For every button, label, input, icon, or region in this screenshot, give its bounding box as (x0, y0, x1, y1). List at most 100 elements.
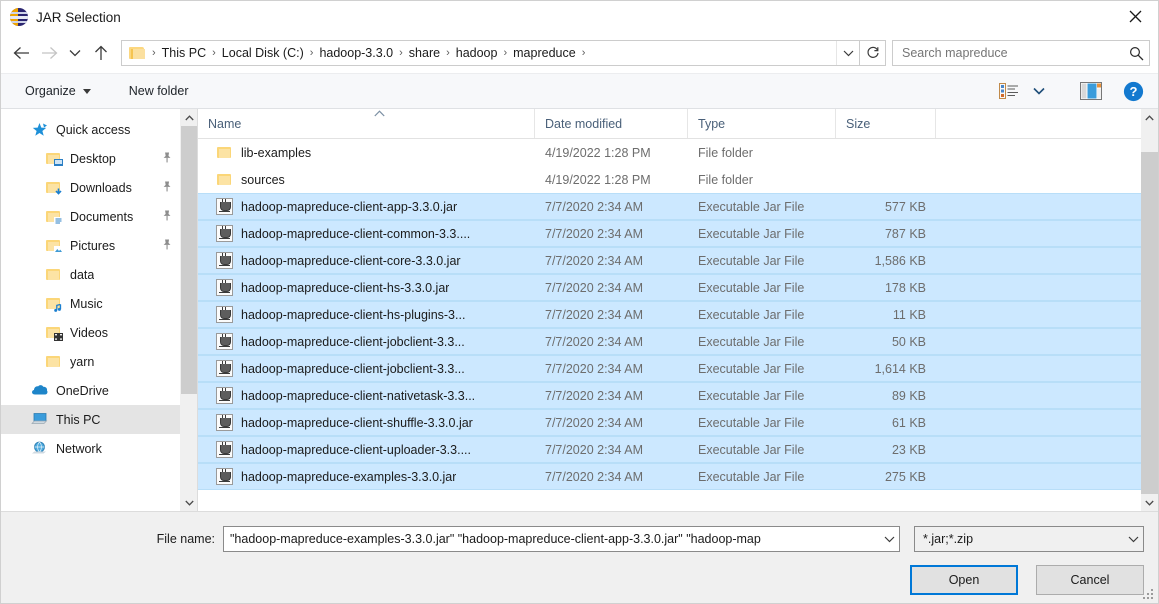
sidebar-scroll-thumb[interactable] (181, 126, 197, 394)
breadcrumb-item-3[interactable]: share (406, 44, 443, 62)
recent-locations-button[interactable] (63, 39, 87, 67)
list-scroll-up-icon[interactable] (1141, 109, 1158, 126)
file-size-cell: 275 KB (836, 470, 936, 484)
breadcrumb-item-0[interactable]: This PC (159, 44, 209, 62)
navigation-bar: › This PC › Local Disk (C:) › hadoop-3.3… (1, 33, 1158, 73)
sidebar-scroll-track[interactable] (181, 126, 197, 494)
table-row[interactable]: hadoop-mapreduce-client-nativetask-3.3..… (198, 382, 1141, 409)
table-row[interactable]: hadoop-mapreduce-client-jobclient-3.3...… (198, 328, 1141, 355)
file-name-combobox[interactable] (223, 526, 900, 552)
chevron-down-icon (83, 89, 91, 94)
address-chevron-down-icon[interactable] (836, 41, 859, 65)
breadcrumb-separator: › (500, 47, 510, 59)
resize-grip[interactable] (1143, 589, 1155, 601)
table-row[interactable]: hadoop-mapreduce-client-jobclient-3.3...… (198, 355, 1141, 382)
pin-icon[interactable] (156, 149, 175, 168)
view-options-icon[interactable] (994, 78, 1024, 104)
jar-file-icon (216, 198, 233, 215)
file-size-cell: 178 KB (836, 281, 936, 295)
folder-icon (129, 46, 145, 60)
file-date-cell: 4/19/2022 1:28 PM (535, 146, 688, 160)
list-scroll-down-icon[interactable] (1141, 494, 1158, 511)
refresh-icon[interactable] (859, 40, 885, 66)
pin-icon[interactable] (156, 236, 175, 255)
view-dropdown-chevron-icon[interactable] (1024, 78, 1054, 104)
sidebar-item-yarn[interactable]: yarn (1, 347, 180, 376)
sidebar-item-label: Downloads (70, 181, 132, 195)
pin-icon[interactable] (156, 207, 175, 226)
table-row[interactable]: hadoop-mapreduce-client-common-3.3....7/… (198, 220, 1141, 247)
search-input[interactable] (893, 46, 1123, 60)
search-box[interactable] (892, 40, 1150, 66)
sidebar-scroll-up-icon[interactable] (181, 109, 197, 126)
sidebar-item-pictures[interactable]: Pictures (1, 231, 180, 260)
column-header-row: Name Date modified Type Size (198, 109, 1141, 139)
cancel-button[interactable]: Cancel (1036, 565, 1144, 595)
file-name-text: hadoop-mapreduce-client-uploader-3.3.... (241, 443, 471, 457)
breadcrumb-separator: › (209, 47, 219, 59)
sidebar-item-desktop[interactable]: Desktop (1, 144, 180, 173)
table-row[interactable]: hadoop-mapreduce-examples-3.3.0.jar7/7/2… (198, 463, 1141, 490)
back-button[interactable] (7, 39, 35, 67)
organize-button[interactable]: Organize (17, 79, 99, 103)
filter-chevron-down-icon[interactable] (1123, 536, 1143, 543)
breadcrumb-item-2[interactable]: hadoop-3.3.0 (316, 44, 396, 62)
table-row[interactable]: hadoop-mapreduce-client-hs-plugins-3...7… (198, 301, 1141, 328)
sidebar-item-network[interactable]: Network (1, 434, 180, 463)
file-name-text: hadoop-mapreduce-client-hs-plugins-3... (241, 308, 465, 322)
sidebar-item-label: Network (56, 442, 102, 456)
list-scroll-track[interactable] (1141, 126, 1158, 494)
file-size-cell: 23 KB (836, 443, 936, 457)
breadcrumb-item-5[interactable]: mapreduce (510, 44, 579, 62)
preview-pane-icon[interactable] (1076, 78, 1106, 104)
sidebar-item-downloads[interactable]: Downloads (1, 173, 180, 202)
list-scroll-thumb[interactable] (1141, 152, 1158, 494)
jar-file-icon (216, 252, 233, 269)
table-row[interactable]: hadoop-mapreduce-client-core-3.3.0.jar7/… (198, 247, 1141, 274)
sidebar-item-label: Pictures (70, 239, 115, 253)
table-row[interactable]: sources4/19/2022 1:28 PMFile folder (198, 166, 1141, 193)
help-icon[interactable]: ? (1118, 78, 1148, 104)
column-header-date-modified[interactable]: Date modified (535, 109, 688, 138)
file-name-input[interactable] (224, 532, 879, 546)
breadcrumb-item-4[interactable]: hadoop (453, 44, 501, 62)
column-header-name-label: Name (208, 117, 241, 131)
table-row[interactable]: hadoop-mapreduce-client-shuffle-3.3.0.ja… (198, 409, 1141, 436)
table-row[interactable]: hadoop-mapreduce-client-app-3.3.0.jar7/7… (198, 193, 1141, 220)
breadcrumb-item-1[interactable]: Local Disk (C:) (219, 44, 307, 62)
close-button[interactable] (1112, 1, 1158, 32)
sidebar-item-this-pc[interactable]: This PC (1, 405, 180, 434)
pin-icon[interactable] (156, 178, 175, 197)
sidebar-scroll-down-icon[interactable] (181, 494, 197, 511)
file-name-cell: hadoop-mapreduce-client-core-3.3.0.jar (198, 252, 535, 269)
file-name-text: hadoop-mapreduce-client-nativetask-3.3..… (241, 389, 475, 403)
jar-file-icon (216, 279, 233, 296)
title-bar: JAR Selection (1, 1, 1158, 33)
address-bar[interactable]: › This PC › Local Disk (C:) › hadoop-3.3… (121, 40, 886, 66)
new-folder-button[interactable]: New folder (121, 79, 197, 103)
file-list-scrollbar[interactable] (1141, 109, 1158, 511)
table-row[interactable]: hadoop-mapreduce-client-hs-3.3.0.jar7/7/… (198, 274, 1141, 301)
column-header-name[interactable]: Name (198, 109, 535, 138)
column-header-type[interactable]: Type (688, 109, 836, 138)
file-type-filter-select[interactable]: *.jar;*.zip (914, 526, 1144, 552)
sidebar-item-data[interactable]: data (1, 260, 180, 289)
sidebar-item-quick-access[interactable]: Quick access (1, 115, 180, 144)
file-name-text: hadoop-mapreduce-client-jobclient-3.3... (241, 362, 465, 376)
sidebar-item-videos[interactable]: Videos (1, 318, 180, 347)
file-size-cell: 11 KB (836, 308, 936, 322)
column-header-size[interactable]: Size (836, 109, 936, 138)
sidebar-item-onedrive[interactable]: OneDrive (1, 376, 180, 405)
file-name-chevron-down-icon[interactable] (879, 536, 899, 543)
sidebar-item-music[interactable]: Music (1, 289, 180, 318)
file-list-pane: Name Date modified Type Size (197, 109, 1158, 511)
sidebar-scrollbar[interactable] (180, 109, 197, 511)
sidebar-item-documents[interactable]: Documents (1, 202, 180, 231)
up-button[interactable] (87, 39, 115, 67)
file-name-cell: hadoop-mapreduce-client-uploader-3.3.... (198, 441, 535, 458)
table-row[interactable]: hadoop-mapreduce-client-uploader-3.3....… (198, 436, 1141, 463)
open-button[interactable]: Open (910, 565, 1018, 595)
table-row[interactable]: lib-examples4/19/2022 1:28 PMFile folder (198, 139, 1141, 166)
file-name-cell: hadoop-mapreduce-client-jobclient-3.3... (198, 333, 535, 350)
forward-button[interactable] (35, 39, 63, 67)
